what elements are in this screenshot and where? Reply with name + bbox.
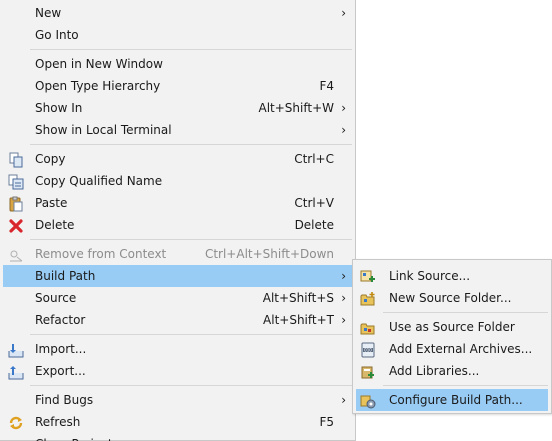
menu-separator [383, 385, 548, 386]
submenu-arrow-icon: › [341, 269, 346, 283]
delete-icon [9, 219, 23, 233]
menu-separator [30, 49, 352, 50]
menu-item-label: Go Into [35, 28, 79, 42]
menu-item-label: Find Bugs [35, 393, 94, 407]
new-source-folder-icon [360, 292, 375, 306]
link-source-icon [360, 270, 375, 282]
menu-item-label: Show in Local Terminal [35, 123, 172, 137]
menu-item-delete[interactable]: Delete Delete [3, 214, 352, 236]
menu-item-export[interactable]: Export... [3, 360, 352, 382]
paste-icon [9, 196, 23, 212]
menu-item-shortcut: Alt+Shift+T [263, 313, 334, 327]
menu-item-close-project[interactable]: Close Project [3, 433, 352, 441]
submenu-item-label: Link Source... [389, 269, 471, 283]
menu-separator [383, 312, 548, 313]
menu-item-label: Close Project [35, 433, 113, 441]
menu-separator [30, 385, 352, 386]
menu-item-label: Open in New Window [35, 57, 163, 71]
menu-item-open-in-new-window[interactable]: Open in New Window [3, 53, 352, 75]
submenu-item-add-libraries[interactable]: Add Libraries... [356, 360, 548, 382]
submenu-item-use-as-source-folder[interactable]: Use as Source Folder [356, 316, 548, 338]
menu-item-show-in[interactable]: Show In Alt+Shift+W › [3, 97, 352, 119]
menu-item-paste[interactable]: Paste Ctrl+V [3, 192, 352, 214]
submenu-item-new-source-folder[interactable]: New Source Folder... [356, 287, 548, 309]
menu-item-label: Copy [35, 152, 66, 166]
menu-item-label: Export... [35, 364, 86, 378]
menu-item-find-bugs[interactable]: Find Bugs › [3, 389, 352, 411]
copy-qualified-name-icon [8, 174, 24, 190]
submenu-item-label: Add Libraries... [389, 364, 480, 378]
refresh-icon [9, 416, 23, 430]
submenu-item-label: New Source Folder... [389, 291, 512, 305]
submenu-item-label: Add External Archives... [389, 342, 533, 356]
submenu-item-label: Use as Source Folder [389, 320, 515, 334]
submenu-arrow-icon: › [341, 393, 346, 407]
menu-item-label: Import... [35, 342, 87, 356]
svg-text:010: 010 [364, 347, 372, 352]
export-icon [8, 366, 24, 380]
submenu-item-link-source[interactable]: Link Source... [356, 265, 548, 287]
submenu-item-label: Configure Build Path... [389, 393, 523, 407]
menu-item-copy[interactable]: Copy Ctrl+C [3, 148, 352, 170]
menu-item-shortcut: Alt+Shift+W [258, 101, 335, 115]
submenu-arrow-icon: › [341, 123, 346, 137]
menu-separator [30, 239, 352, 240]
menu-item-label: New [35, 6, 62, 20]
submenu-item-configure-build-path[interactable]: Configure Build Path... [356, 389, 548, 411]
menu-item-label: Source [35, 291, 77, 305]
menu-item-show-in-local-terminal[interactable]: Show in Local Terminal › [3, 119, 352, 141]
context-menu: New › Go Into Open in New Window Open Ty… [0, 0, 356, 441]
submenu-arrow-icon: › [341, 101, 346, 115]
menu-item-refresh[interactable]: Refresh F5 [3, 411, 352, 433]
menu-item-open-type-hierarchy[interactable]: Open Type Hierarchy F4 [3, 75, 352, 97]
menu-item-shortcut: Ctrl+V [294, 196, 334, 210]
configure-build-path-icon [360, 395, 376, 409]
remove-from-context-icon [10, 250, 23, 262]
import-icon [8, 344, 24, 358]
menu-item-label: Open Type Hierarchy [35, 79, 161, 93]
menu-item-label: Remove from Context [35, 247, 167, 261]
submenu-arrow-icon: › [341, 6, 346, 20]
menu-item-shortcut: F5 [319, 415, 334, 429]
menu-item-shortcut: F4 [319, 79, 334, 93]
menu-item-label: Show In [35, 101, 83, 115]
source-folder-icon [360, 323, 375, 335]
menu-item-go-into[interactable]: Go Into [3, 24, 352, 46]
menu-item-refactor[interactable]: Refactor Alt+Shift+T › [3, 309, 352, 331]
submenu-arrow-icon: › [341, 291, 346, 305]
menu-separator [30, 334, 352, 335]
submenu-arrow-icon: › [341, 313, 346, 327]
menu-item-source[interactable]: Source Alt+Shift+S › [3, 287, 352, 309]
menu-item-label: Refresh [35, 415, 81, 429]
menu-item-shortcut: Alt+Shift+S [262, 291, 334, 305]
menu-item-build-path[interactable]: Build Path › [3, 265, 352, 287]
menu-item-shortcut: Delete [294, 218, 334, 232]
menu-item-label: Delete [35, 218, 75, 232]
jar-archive-icon: 010 [361, 342, 375, 358]
menu-item-new[interactable]: New › [3, 2, 352, 24]
copy-icon [9, 152, 23, 168]
menu-item-label: Refactor [35, 313, 86, 327]
menu-item-remove-from-context[interactable]: Remove from Context Ctrl+Alt+Shift+Down [3, 243, 352, 265]
submenu-item-add-external-archives[interactable]: 010 Add External Archives... [356, 338, 548, 360]
menu-separator [30, 144, 352, 145]
menu-item-shortcut: Ctrl+C [294, 152, 334, 166]
menu-item-shortcut: Ctrl+Alt+Shift+Down [204, 247, 334, 261]
menu-item-label: Copy Qualified Name [35, 174, 163, 188]
build-path-submenu: Link Source... New Source Folder... Use … [352, 259, 552, 414]
menu-item-label: Build Path [35, 269, 96, 283]
libraries-icon [361, 366, 374, 379]
menu-item-label: Paste [35, 196, 68, 210]
menu-item-import[interactable]: Import... [3, 338, 352, 360]
menu-item-copy-qualified-name[interactable]: Copy Qualified Name [3, 170, 352, 192]
